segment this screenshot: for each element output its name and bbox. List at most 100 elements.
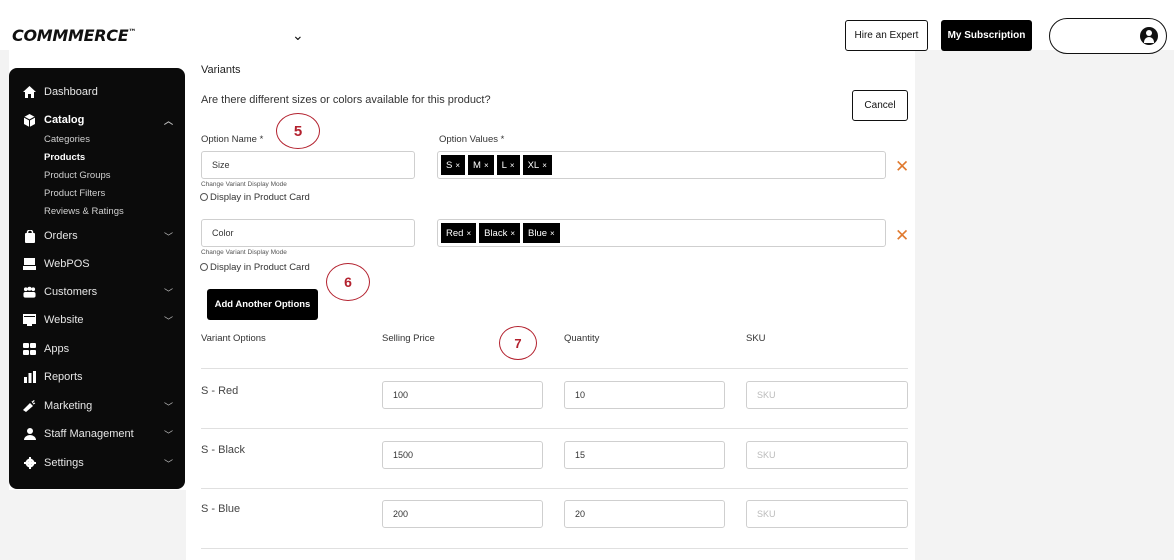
orders-icon [23, 229, 36, 243]
display-in-card-radio[interactable]: Display in Product Card [200, 262, 310, 273]
sidebar-item-label: Staff Management [44, 428, 134, 440]
column-header-quantity: Quantity [564, 333, 600, 344]
sidebar-item-marketing[interactable]: Marketing ﹀ [23, 396, 173, 416]
table-divider [201, 368, 908, 369]
right-background-panel [915, 50, 1174, 560]
close-icon[interactable]: × [510, 229, 515, 238]
selling-price-input[interactable]: 200 [382, 500, 543, 528]
radio-label: Display in Product Card [210, 192, 310, 203]
chevron-down-icon[interactable]: ﹀ [164, 286, 173, 299]
variant-option-label: S - Red [201, 385, 239, 397]
option-name-input-color[interactable]: Color [201, 219, 415, 247]
variants-heading: Variants [201, 64, 241, 76]
sidebar-item-label: Apps [44, 343, 70, 355]
value-tag[interactable]: Blue × [523, 223, 560, 243]
value-tag[interactable]: Red × [441, 223, 477, 243]
quantity-input[interactable]: 10 [564, 381, 725, 409]
quantity-input[interactable]: 20 [564, 500, 725, 528]
callout-marker-6: 6 [326, 263, 370, 301]
sidebar-bottom-background [0, 490, 186, 560]
tag-label: Black [484, 227, 508, 239]
option-name-input-size[interactable]: Size [201, 151, 415, 179]
value-tag[interactable]: M × [468, 155, 494, 175]
chevron-down-icon[interactable]: ﹀ [164, 314, 173, 327]
sidebar-item-settings[interactable]: Settings ﹀ [23, 453, 173, 473]
sku-input[interactable]: SKU [746, 441, 908, 469]
change-display-mode-label: Change Variant Display Mode [201, 181, 287, 188]
chevron-down-icon[interactable]: ﹀ [164, 428, 173, 441]
variants-question: Are there different sizes or colors avai… [201, 94, 491, 106]
chevron-down-icon[interactable]: ﹀ [164, 400, 173, 413]
main-content: Variants Are there different sizes or co… [186, 50, 915, 560]
sidebar-item-label: Marketing [44, 400, 93, 412]
sku-input[interactable]: SKU [746, 500, 908, 528]
remove-option-icon[interactable]: ✕ [895, 157, 909, 177]
close-icon[interactable]: × [550, 229, 555, 238]
sidebar-item-reports[interactable]: Reports [23, 367, 173, 387]
chevron-up-icon[interactable]: ︿ [164, 114, 173, 127]
sidebar-item-customers[interactable]: Customers ﹀ [23, 282, 173, 302]
profile-menu[interactable] [1049, 18, 1167, 54]
radio-icon[interactable] [200, 263, 208, 271]
sidebar-item-orders[interactable]: Orders ﹀ [23, 226, 173, 246]
sidebar-item-label: Dashboard [44, 86, 98, 98]
tag-label: Blue [528, 227, 548, 239]
website-icon [23, 314, 36, 327]
brand-logo[interactable]: COMMMERCE™ [12, 26, 136, 45]
sidebar-item-label: Settings [44, 457, 84, 469]
chevron-down-icon[interactable]: ﹀ [164, 230, 173, 243]
sidebar-item-website[interactable]: Website ﹀ [23, 310, 173, 330]
table-divider [201, 428, 908, 429]
sidebar-item-dashboard[interactable]: Dashboard [23, 82, 173, 102]
column-header-sku: SKU [746, 333, 766, 344]
value-tag[interactable]: Black × [479, 223, 521, 243]
apps-icon [23, 343, 36, 356]
close-icon[interactable]: × [542, 161, 547, 170]
remove-option-icon[interactable]: ✕ [895, 226, 909, 246]
quantity-input[interactable]: 15 [564, 441, 725, 469]
sidebar-item-catalog[interactable]: Catalog ︿ [23, 110, 173, 130]
radio-icon[interactable] [200, 193, 208, 201]
cancel-button[interactable]: Cancel [852, 90, 908, 121]
selling-price-input[interactable]: 100 [382, 381, 543, 409]
hire-expert-button[interactable]: Hire an Expert [845, 20, 928, 51]
close-icon[interactable]: × [510, 161, 515, 170]
customers-icon [23, 286, 36, 299]
sidebar-item-staff-management[interactable]: Staff Management ﹀ [23, 424, 173, 444]
value-tag[interactable]: XL × [522, 155, 552, 175]
sidebar-subitem-reviews-ratings[interactable]: Reviews & Ratings [44, 206, 124, 217]
my-subscription-button[interactable]: My Subscription [941, 20, 1032, 51]
chevron-down-icon[interactable]: ﹀ [164, 457, 173, 470]
callout-marker-5: 5 [276, 113, 320, 149]
close-icon[interactable]: × [455, 161, 460, 170]
tag-label: Red [446, 227, 464, 239]
sidebar-subitem-categories[interactable]: Categories [44, 134, 90, 145]
close-icon[interactable]: × [466, 229, 471, 238]
sidebar-item-webpos[interactable]: WebPOS [23, 254, 173, 274]
sku-input[interactable]: SKU [746, 381, 908, 409]
selling-price-input[interactable]: 1500 [382, 441, 543, 469]
sidebar-item-label: Catalog [44, 114, 85, 126]
table-divider [201, 548, 908, 549]
display-in-card-radio[interactable]: Display in Product Card [200, 192, 310, 203]
pos-icon [23, 258, 36, 271]
add-another-option-button[interactable]: Add Another Options [207, 289, 318, 320]
sidebar-item-apps[interactable]: Apps [23, 339, 173, 359]
value-tag[interactable]: S × [441, 155, 466, 175]
option-values-input-color[interactable]: Red × Black × Blue × [437, 219, 886, 247]
radio-label: Display in Product Card [210, 262, 310, 273]
close-icon[interactable]: × [484, 161, 489, 170]
sidebar-subitem-product-groups[interactable]: Product Groups [44, 170, 111, 181]
chevron-down-icon[interactable]: ⌄ [292, 27, 304, 44]
sidebar-subitem-product-filters[interactable]: Product Filters [44, 188, 105, 199]
tag-label: S [446, 159, 453, 171]
sidebar-subitem-products[interactable]: Products [44, 152, 85, 163]
value-tag[interactable]: L × [496, 155, 520, 175]
home-icon [23, 86, 36, 99]
option-values-input-size[interactable]: S × M × L × XL × [437, 151, 886, 179]
user-avatar-icon [1140, 27, 1158, 45]
gear-icon [23, 457, 36, 470]
marketing-icon [23, 400, 36, 413]
left-background-strip [0, 50, 9, 560]
sidebar-item-label: Reports [44, 371, 83, 383]
